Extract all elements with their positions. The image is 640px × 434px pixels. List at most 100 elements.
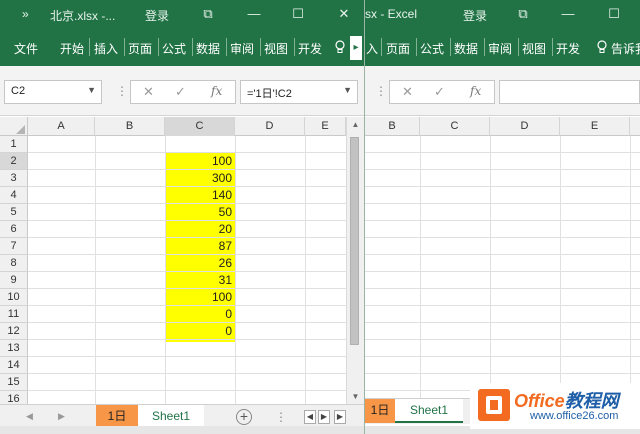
minimize-icon[interactable]: — (557, 4, 579, 24)
tab-formulas[interactable]: 公式 (420, 40, 444, 57)
scroll-down-icon[interactable]: ▼ (347, 392, 364, 401)
cancel-icon[interactable]: ✕ (402, 84, 413, 100)
select-all-triangle-icon (16, 125, 25, 134)
quick-access-overflow[interactable]: » (22, 7, 29, 21)
cell-c3[interactable]: 300 (165, 170, 235, 187)
row-header[interactable]: 5 (0, 204, 28, 221)
scroll-up-icon[interactable]: ▲ (347, 120, 364, 129)
ribbon-scroll-right-icon[interactable]: ▸ (350, 36, 362, 60)
row-header[interactable]: 4 (0, 187, 28, 204)
tab-data[interactable]: 数据 (454, 40, 478, 57)
cell-c10[interactable]: 100 (165, 289, 235, 306)
row-header[interactable]: 8 (0, 255, 28, 272)
cell-c8[interactable]: 26 (165, 255, 235, 272)
row-header[interactable]: 3 (0, 170, 28, 187)
tab-developer[interactable]: 开发 (298, 40, 322, 57)
login-link[interactable]: 登录 (463, 7, 487, 24)
cell-c9[interactable]: 31 (165, 272, 235, 289)
scroll-thumb[interactable] (350, 137, 359, 345)
column-header-b[interactable]: B (95, 117, 165, 136)
login-link[interactable]: 登录 (145, 7, 169, 24)
tab-formulas[interactable]: 公式 (162, 40, 186, 57)
cell-c12[interactable]: 0 (165, 323, 235, 340)
tab-separator (158, 38, 159, 56)
row-header[interactable]: 12 (0, 323, 28, 340)
row-header[interactable]: 6 (0, 221, 28, 238)
tell-me-search[interactable]: 告诉我 (611, 40, 640, 57)
tab-developer[interactable]: 开发 (556, 40, 580, 57)
name-box[interactable]: C2 ▼ (4, 80, 102, 104)
tab-data[interactable]: 数据 (196, 40, 220, 57)
column-header-a[interactable]: A (28, 117, 95, 136)
row-header[interactable]: 14 (0, 357, 28, 374)
row-header[interactable]: 13 (0, 340, 28, 357)
left-title-bar: » 北京.xlsx -... 登录 ⧉ — ☐ ✕ (0, 0, 364, 28)
sheet-tab-1[interactable]: 1日 (365, 399, 395, 423)
tab-view[interactable]: 视图 (522, 40, 546, 57)
hscroll-end-icon[interactable]: ▶ (334, 410, 346, 424)
tab-review[interactable]: 审阅 (230, 40, 254, 57)
lightbulb-icon[interactable] (334, 40, 346, 57)
cell-c2[interactable]: 100 (165, 153, 235, 170)
minimize-icon[interactable]: — (243, 4, 265, 24)
cell-c7[interactable]: 87 (165, 238, 235, 255)
watermark-brand-office: Office (514, 391, 565, 411)
insert-function-icon[interactable]: fx (211, 84, 222, 98)
tab-insert[interactable]: 插入 (94, 40, 118, 57)
row-header[interactable]: 9 (0, 272, 28, 289)
close-icon[interactable]: ✕ (333, 4, 355, 24)
tab-review[interactable]: 审阅 (488, 40, 512, 57)
vertical-scrollbar[interactable]: ▲ ▼ (346, 117, 364, 404)
lightbulb-icon[interactable] (596, 40, 608, 57)
insert-function-icon[interactable]: fx (470, 84, 481, 98)
sheet-tab-sheet1[interactable]: Sheet1 (395, 399, 463, 423)
tab-split-grip-icon[interactable]: ⋮ (275, 410, 287, 424)
formula-input[interactable] (499, 80, 640, 104)
row-header[interactable]: 15 (0, 374, 28, 391)
select-all-corner[interactable] (0, 117, 28, 136)
formula-input[interactable]: ='1日'!C2 ▼ (240, 80, 358, 104)
column-header-e[interactable]: E (305, 117, 346, 136)
tab-insert[interactable]: 入 (366, 40, 378, 57)
grid-line (365, 254, 640, 255)
column-header-e[interactable]: E (560, 117, 630, 136)
cell-grid[interactable]: 1 2 3 4 5 6 7 8 9 10 11 12 13 14 15 16 100 300 140 50 20 87 26… (0, 136, 346, 408)
tab-home[interactable]: 开始 (60, 40, 84, 57)
hscroll-right-icon[interactable]: ▶ (318, 410, 330, 424)
sheet-nav-left-icon[interactable]: ◀ (26, 411, 33, 422)
row-header[interactable]: 7 (0, 238, 28, 255)
row-header[interactable]: 1 (0, 136, 28, 153)
row-header[interactable]: 11 (0, 306, 28, 323)
row-header[interactable]: 2 (0, 153, 28, 170)
cell-c5[interactable]: 50 (165, 204, 235, 221)
cell-c4[interactable]: 140 (165, 187, 235, 204)
enter-check-icon[interactable]: ✓ (175, 84, 186, 100)
add-sheet-button[interactable]: + (236, 409, 252, 425)
tab-page-layout[interactable]: 页面 (386, 40, 410, 57)
row-header[interactable]: 10 (0, 289, 28, 306)
tab-view[interactable]: 视图 (264, 40, 288, 57)
chevron-down-icon[interactable]: ▼ (87, 85, 96, 95)
sheet-nav-right-icon[interactable]: ▶ (58, 411, 65, 422)
cell-c6[interactable]: 20 (165, 221, 235, 238)
column-header-c[interactable]: C (165, 117, 235, 136)
column-header-c[interactable]: C (420, 117, 490, 136)
tab-separator (416, 38, 417, 56)
column-header-d[interactable]: D (235, 117, 305, 136)
enter-check-icon[interactable]: ✓ (434, 84, 445, 100)
maximize-icon[interactable]: ☐ (287, 4, 309, 24)
grid-line (365, 169, 640, 170)
tab-page-layout[interactable]: 页面 (128, 40, 152, 57)
column-header-d[interactable]: D (490, 117, 560, 136)
column-header-b[interactable]: B (365, 117, 420, 136)
cell-c11[interactable]: 0 (165, 306, 235, 323)
grid-line (28, 373, 346, 374)
ribbon-display-options-icon[interactable]: ⧉ (512, 4, 534, 24)
tab-file[interactable]: 文件 (14, 40, 38, 57)
hscroll-left-icon[interactable]: ◀ (304, 410, 316, 424)
cancel-icon[interactable]: ✕ (143, 84, 154, 100)
maximize-icon[interactable]: ☐ (603, 4, 625, 24)
cell-grid[interactable] (365, 136, 640, 398)
ribbon-display-options-icon[interactable]: ⧉ (197, 4, 219, 24)
chevron-down-icon[interactable]: ▼ (343, 85, 352, 95)
